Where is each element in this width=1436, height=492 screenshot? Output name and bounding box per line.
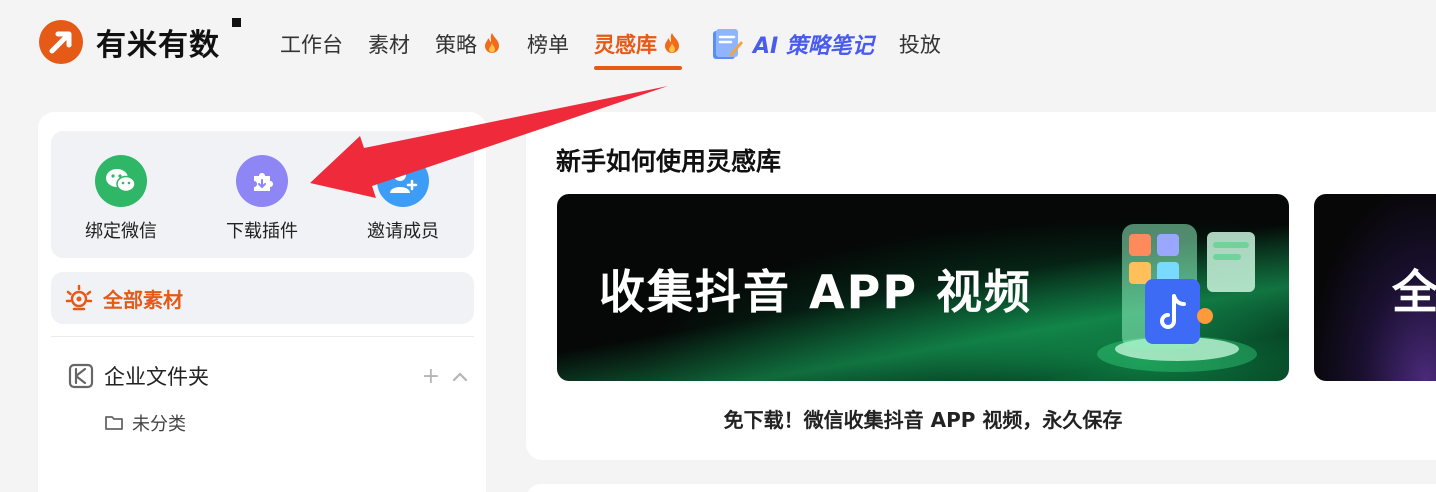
collapse-chevron-icon[interactable] bbox=[452, 364, 468, 389]
banner-caption: 免下载！微信收集抖音 APP 视频，永久保存 bbox=[723, 408, 1123, 432]
nav-item-workbench[interactable]: 工作台 bbox=[280, 26, 343, 62]
nav-item-materials[interactable]: 素材 bbox=[368, 26, 410, 62]
quick-action-label: 绑定微信 bbox=[85, 221, 157, 242]
puzzle-icon bbox=[236, 155, 288, 207]
banner-text: 全 bbox=[1392, 265, 1436, 319]
ai-notes-label: AI 策略笔记 bbox=[753, 34, 874, 59]
next-card bbox=[526, 484, 1436, 492]
quick-action-label: 下载插件 bbox=[226, 221, 298, 242]
folder-icon bbox=[105, 416, 123, 430]
nav-item-rankings[interactable]: 榜单 bbox=[527, 26, 569, 62]
banner-text: 收集抖音 APP 视频 bbox=[599, 265, 1033, 319]
folder-label: 企业文件夹 bbox=[104, 365, 209, 389]
all-materials-item[interactable]: 全部素材 bbox=[51, 272, 474, 324]
fire-icon bbox=[665, 33, 679, 53]
folder-enterprise[interactable]: 企业文件夹 + bbox=[68, 360, 468, 392]
add-user-icon bbox=[377, 155, 429, 207]
subfolder-label: 未分类 bbox=[132, 414, 186, 435]
tutorial-banner[interactable]: 收集抖音 APP 视频 bbox=[557, 194, 1289, 381]
all-materials-label: 全部素材 bbox=[103, 287, 183, 312]
bulb-icon bbox=[65, 284, 93, 311]
section-title: 新手如何使用灵感库 bbox=[556, 147, 782, 176]
quick-action-label: 邀请成员 bbox=[367, 221, 439, 242]
nav-label: 榜单 bbox=[527, 33, 569, 57]
nav-item-ai-notes[interactable]: AI 策略笔记 bbox=[707, 25, 874, 63]
logo-dot bbox=[232, 18, 241, 27]
nav-label: 灵感库 bbox=[594, 33, 657, 57]
nav-label: 素材 bbox=[368, 33, 410, 57]
nav-label: 策略 bbox=[435, 33, 477, 57]
download-plugin-button[interactable]: 下载插件 bbox=[202, 155, 322, 243]
logo-icon bbox=[39, 20, 83, 64]
tutorial-card: 新手如何使用灵感库 收集抖音 APP 视频 全 免下载！微信收集抖音 APP 视… bbox=[526, 112, 1436, 460]
add-folder-button[interactable]: + bbox=[422, 364, 440, 389]
phone-illustration bbox=[1097, 224, 1257, 372]
sidebar: 绑定微信 下载插件 邀请成员 全部素材 企业文件夹 + 未分类 bbox=[38, 112, 486, 492]
nav-label: 工作台 bbox=[280, 33, 343, 57]
top-header: 有米有数 工作台 素材 策略 榜单 灵感库 AI 策略笔记 投放 bbox=[0, 0, 1436, 84]
wechat-icon bbox=[95, 155, 147, 207]
main-nav: 工作台 素材 策略 榜单 灵感库 AI 策略笔记 投放 bbox=[280, 25, 966, 70]
divider bbox=[51, 336, 474, 337]
tutorial-banner-next[interactable]: 全 bbox=[1314, 194, 1436, 381]
logo[interactable]: 有米有数 bbox=[38, 18, 241, 65]
nav-item-ads[interactable]: 投放 bbox=[899, 26, 941, 62]
subfolder-uncategorized[interactable]: 未分类 bbox=[104, 410, 186, 436]
nav-item-strategy[interactable]: 策略 bbox=[435, 26, 502, 62]
quick-actions-panel: 绑定微信 下载插件 邀请成员 bbox=[51, 131, 474, 258]
nav-item-inspiration[interactable]: 灵感库 bbox=[594, 26, 682, 70]
nav-label: 投放 bbox=[898, 33, 941, 57]
invite-members-button[interactable]: 邀请成员 bbox=[343, 155, 463, 243]
fire-icon bbox=[485, 33, 499, 53]
folder-actions: + bbox=[410, 364, 468, 389]
enterprise-folder-icon bbox=[68, 363, 94, 389]
bind-wechat-button[interactable]: 绑定微信 bbox=[61, 155, 181, 243]
notebook-icon bbox=[713, 29, 743, 59]
logo-text: 有米有数 bbox=[96, 28, 220, 63]
